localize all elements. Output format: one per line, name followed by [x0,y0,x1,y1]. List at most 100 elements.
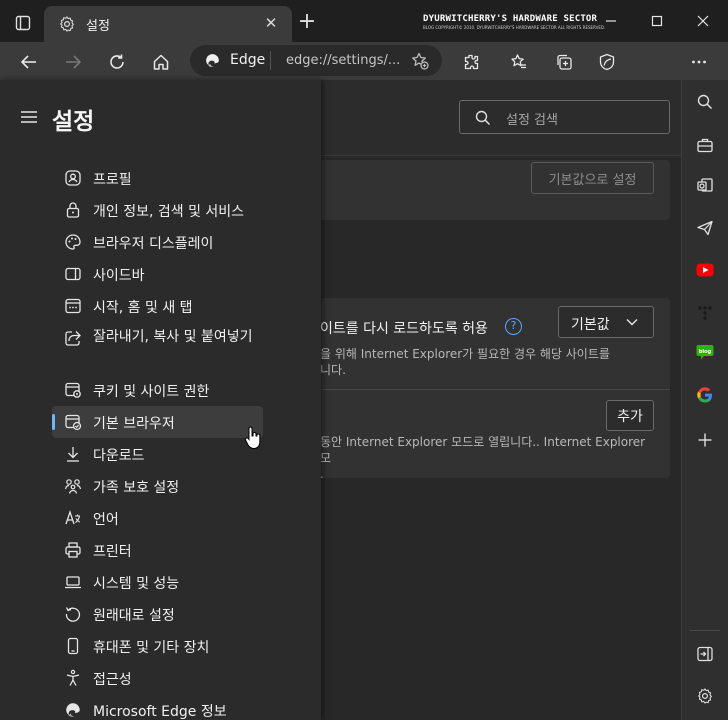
tab-settings[interactable]: 설정 ✕ [44,6,292,42]
edge-logo-icon [64,701,82,719]
nav-item-sidebar[interactable]: 사이드바 [52,258,263,290]
add-page-button[interactable]: 추가 [606,400,654,431]
chevron-down-icon [625,315,639,329]
ie-reload-select[interactable]: 기본값 [558,306,654,338]
settings-search-input[interactable]: 설정 검색 [459,100,670,134]
ie-reload-setting-title: 이트를 다시 로드하도록 허용 [320,321,488,337]
collections-icon[interactable] [551,49,577,75]
nav-item-languages[interactable]: 언어 [52,502,263,534]
ie-pages-description: 동안 Internet Explorer 모드로 열립니다.. Internet… [320,434,655,482]
start-page-icon [64,297,82,315]
nav-item-family[interactable]: 가족 보호 설정 [52,470,263,502]
youtube-icon[interactable] [695,260,715,280]
nav-item-accessibility[interactable]: 접근성 [52,662,263,694]
nav-item-label: 프린터 [93,544,132,560]
tools-icon[interactable] [695,135,715,155]
hide-sidebar-icon[interactable] [695,644,715,664]
close-window-button[interactable] [680,8,726,34]
nav-item-label: 잘라내기, 복사 및 붙여넣기 [93,329,253,345]
sidebar-icon [64,265,82,283]
nav-item-label: 쿠키 및 사이트 권한 [93,384,210,400]
naver-icon[interactable]: blog [695,342,715,362]
tab-actions-icon[interactable] [10,10,36,36]
select-value: 기본값 [571,317,610,333]
gear-icon[interactable] [695,686,715,706]
add-icon[interactable] [695,430,715,450]
nav-item-site-permissions[interactable]: 쿠키 및 사이트 권한 [52,374,263,406]
url-text[interactable]: edge://settings/... [286,53,400,68]
set-default-button[interactable]: 기본값으로 설정 [531,162,654,194]
nav-item-printers[interactable]: 프린터 [52,534,263,566]
ie-pages-description-line-1: 동안 Internet Explorer 모드로 열립니다.. Internet… [320,435,646,465]
search-icon[interactable] [695,92,715,112]
nav-item-default-browser[interactable]: 기본 브라우저 [52,406,263,438]
toolbar: Edge edge://settings/... [0,42,728,114]
nav-item-appearance[interactable]: 브라우저 디스플레이 [52,226,263,258]
default-browser-icon [64,413,82,431]
minimize-button[interactable] [588,8,634,34]
title-bar: 설정 ✕ + DYURWITCHERRY'S HARDWARE SECTOR B… [0,0,728,42]
phone-icon [64,637,82,655]
google-icon[interactable] [695,385,715,405]
svg-text:blog: blog [699,349,712,355]
tab-title: 설정 [86,19,110,34]
new-tab-button[interactable]: + [296,11,318,34]
nav-item-share-copy-paste[interactable]: 잘라내기, 복사 및 붙여넣기 [52,322,263,374]
menu-icon[interactable] [20,110,38,124]
forward-button[interactable] [60,49,86,75]
add-favorite-icon[interactable] [410,51,430,71]
palette-icon [64,233,82,251]
hand-cursor-icon [244,426,262,450]
nav-item-about-edge[interactable]: Microsoft Edge 정보 [52,694,263,720]
extensions-icon[interactable] [458,49,484,75]
nav-item-reset[interactable]: 원래대로 설정 [52,598,263,630]
nav-item-label: 기본 브라우저 [93,416,175,432]
home-button[interactable] [148,49,174,75]
download-icon [64,445,82,463]
watermark-title: DYURWITCHERRY'S HARDWARE SECTOR [423,14,598,24]
address-bar[interactable]: Edge edge://settings/... [190,45,442,76]
nav-item-label: 브라우저 디스플레이 [93,236,214,252]
card-divider [275,389,670,390]
nav-item-label: Microsoft Edge 정보 [93,704,227,720]
printer-icon [64,541,82,559]
nav-item-profile[interactable]: 프로필 [52,162,263,194]
nav-item-label: 접근성 [93,672,132,688]
page-title: 설정 [52,109,95,135]
family-icon [64,477,82,495]
settings-nav-panel: 설정 프로필 개인 정보, 검색 및 서비스 브라우저 디스플레이 사이드바 시… [0,80,321,720]
reset-icon [64,605,82,623]
nav-item-phone[interactable]: 휴대폰 및 기타 장치 [52,630,263,662]
refresh-button[interactable] [104,49,130,75]
browser-essentials-icon[interactable] [594,49,620,75]
sidebar-divider [690,630,720,631]
outlook-icon[interactable] [695,175,715,195]
tistory-icon[interactable] [695,302,715,322]
edge-logo-icon [204,52,221,69]
share-icon [64,329,82,347]
send-icon[interactable] [695,218,715,238]
nav-item-system[interactable]: 시스템 및 성능 [52,566,263,598]
nav-item-start-home[interactable]: 시작, 홈 및 새 탭 [52,290,263,322]
ie-reload-description: 을 위해 Internet Explorer가 필요한 경우 해당 사이트를 니… [320,346,620,378]
address-divider [270,51,271,70]
ie-reload-description-line-2: 니다. [320,363,346,377]
edge-sidebar: blog [681,80,728,720]
gear-icon [58,15,76,33]
maximize-button[interactable] [634,8,680,34]
nav-item-label: 휴대폰 및 기타 장치 [93,640,210,656]
language-icon [64,509,82,527]
back-button[interactable] [16,49,42,75]
nav-item-label: 개인 정보, 검색 및 서비스 [93,204,245,220]
help-icon[interactable]: ? [505,318,522,335]
nav-item-downloads[interactable]: 다운로드 [52,438,263,470]
nav-item-label: 시스템 및 성능 [93,576,180,592]
nav-item-privacy[interactable]: 개인 정보, 검색 및 서비스 [52,194,263,226]
search-icon [474,109,492,127]
watermark: DYURWITCHERRY'S HARDWARE SECTOR BLOG COP… [423,14,613,30]
favorites-icon[interactable] [506,49,532,75]
close-tab-icon[interactable]: ✕ [262,14,280,32]
accessibility-icon [64,669,82,687]
more-options-icon[interactable] [686,49,712,75]
ie-reload-description-line-1: 을 위해 Internet Explorer가 필요한 경우 해당 사이트를 [320,347,610,361]
